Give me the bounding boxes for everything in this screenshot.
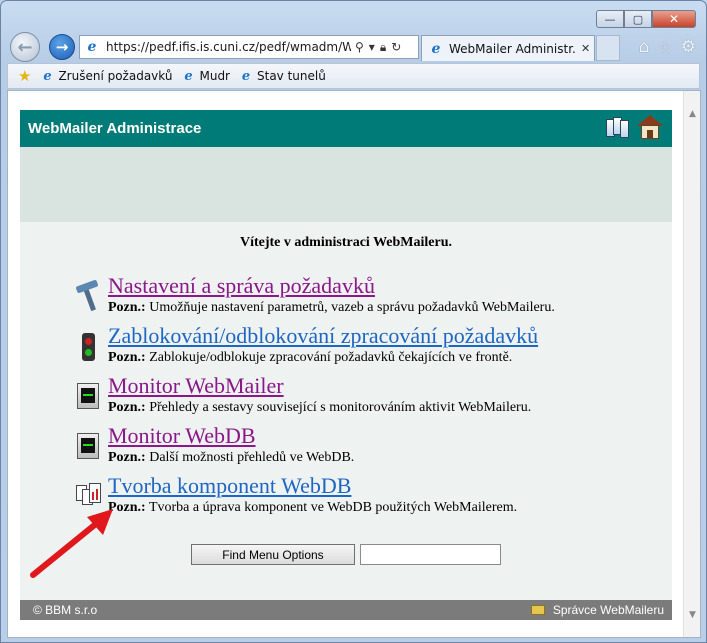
scroll-down-icon[interactable]: ▼ (684, 606, 701, 623)
mail-icon (530, 605, 545, 615)
find-menu-options-button[interactable]: Find Menu Options (191, 544, 355, 565)
close-tab-icon[interactable]: ✕ (581, 42, 590, 55)
books-icon[interactable] (604, 113, 632, 141)
home-icon[interactable]: ⌂ (639, 37, 650, 57)
footer-admin-label: Správce WebMaileru (552, 603, 664, 617)
tab-label: WebMailer Administr... (449, 41, 577, 56)
webmailer-admin-page: WebMailer Administrace Vítejte v adminis… (20, 110, 672, 620)
favorite-link-2[interactable]: e Stav tunelů (238, 68, 326, 84)
lock-icon[interactable]: 🔒︎ (380, 40, 386, 55)
favorite-label: Stav tunelů (257, 69, 326, 83)
tab-webmailer[interactable]: e WebMailer Administr... ✕ (421, 35, 595, 61)
home-page-icon[interactable] (636, 113, 664, 141)
menu-note: Pozn.: Přehledy a sestavy související s … (108, 399, 656, 416)
tab-ie-icon: e (431, 40, 441, 57)
footer-copyright: © BBM s.r.o (33, 603, 98, 617)
header-band (20, 147, 672, 222)
note-text: Přehledy a sestavy související s monitor… (149, 400, 532, 415)
app-title: WebMailer Administrace (28, 120, 202, 137)
find-menu-input[interactable] (360, 544, 501, 565)
footer: © BBM s.r.o Správce WebMaileru (20, 600, 672, 620)
note-label: Pozn.: (108, 300, 146, 315)
favorite-label: Mudr (199, 69, 230, 83)
menu-item-monitor-webmailer: Monitor WebMailer Pozn.: Přehledy a sest… (76, 373, 656, 423)
maximize-button[interactable]: ▢ (624, 10, 652, 28)
menu-item-settings: Nastavení a správa požadavků Pozn.: Umož… (75, 273, 656, 323)
hammer-icon[interactable] (75, 279, 102, 312)
menu-link-components[interactable]: Tvorba komponent WebDB (108, 473, 656, 499)
address-bar[interactable]: e https://pedf.ifis.is.cuni.cz/pedf/wmad… (79, 35, 419, 59)
find-menu-row: Find Menu Options (191, 544, 501, 565)
welcome-text: Vítejte v administraci WebMaileru. (239, 235, 453, 250)
menu-note: Pozn.: Další možnosti přehledů ve WebDB. (108, 449, 656, 466)
favorite-label: Zrušení požadavků (58, 69, 173, 83)
favorites-star-icon[interactable]: ☆ (658, 37, 673, 57)
close-window-button[interactable]: ✕ (652, 10, 696, 28)
monitor-icon[interactable] (76, 381, 102, 411)
note-label: Pozn.: (108, 450, 146, 465)
header-icons (604, 113, 664, 141)
browser-window: — ▢ ✕ ← → e https://pedf.ifis.is.cuni.cz… (0, 0, 707, 643)
dropdown-arrow-icon[interactable]: ▾ (369, 40, 375, 55)
note-label: Pozn.: (108, 500, 146, 515)
traffic-light-icon[interactable] (76, 331, 102, 361)
menu-link-monitor-webdb[interactable]: Monitor WebDB (108, 423, 656, 449)
favorite-ie-icon: e (43, 68, 52, 84)
menu-item-block: Zablokování/odblokování zpracování požad… (76, 323, 656, 373)
address-url[interactable]: https://pedf.ifis.is.cuni.cz/pedf/wmadm/… (106, 40, 351, 54)
favorite-link-1[interactable]: e Mudr (180, 68, 230, 84)
window-caption-buttons: — ▢ ✕ (596, 10, 696, 28)
forward-button[interactable]: → (49, 34, 75, 60)
monitor-icon[interactable] (76, 431, 102, 461)
new-tab-button[interactable] (596, 35, 620, 61)
menu-note: Pozn.: Zablokuje/odblokuje zpracování po… (108, 349, 656, 366)
minimize-button[interactable]: — (596, 10, 624, 28)
admin-menu: Nastavení a správa požadavků Pozn.: Umož… (75, 273, 656, 523)
footer-admin-link[interactable]: Správce WebMaileru (530, 603, 664, 617)
documents-chart-icon[interactable] (76, 481, 102, 511)
note-text: Další možnosti přehledů ve WebDB. (149, 450, 355, 465)
note-text: Umožňuje nastavení parametrů, vazeb a sp… (149, 300, 555, 315)
back-button[interactable]: ← (10, 32, 40, 62)
favorites-bar: ★ e Zrušení požadavků e Mudr e Stav tune… (7, 63, 700, 89)
app-header: WebMailer Administrace (20, 110, 672, 147)
note-label: Pozn.: (108, 400, 146, 415)
page-viewport: WebMailer Administrace Vítejte v adminis… (7, 90, 701, 638)
favorites-add-icon[interactable]: ★ (18, 67, 31, 85)
navigation-bar: ← → e https://pedf.ifis.is.cuni.cz/pedf/… (7, 31, 700, 63)
vertical-scrollbar[interactable]: ▲ ▼ (683, 91, 700, 637)
favorite-link-0[interactable]: e Zrušení požadavků (39, 68, 172, 84)
menu-link-monitor-webmailer[interactable]: Monitor WebMailer (108, 373, 656, 399)
menu-note: Pozn.: Tvorba a úprava komponent ve WebD… (108, 499, 656, 516)
note-label: Pozn.: (108, 350, 146, 365)
gear-icon[interactable]: ⚙ (681, 37, 696, 57)
refresh-icon[interactable]: ↻ (391, 40, 401, 55)
menu-link-settings[interactable]: Nastavení a správa požadavků (108, 273, 656, 299)
menu-item-monitor-webdb: Monitor WebDB Pozn.: Další možnosti přeh… (76, 423, 656, 473)
favorite-ie-icon: e (241, 68, 251, 84)
browser-toolbar-icons: ⌂ ☆ ⚙ (639, 37, 696, 57)
menu-note: Pozn.: Umožňuje nastavení parametrů, vaz… (108, 299, 656, 316)
note-text: Zablokuje/odblokuje zpracování požadavků… (149, 350, 513, 365)
ie-page-icon: e (87, 39, 97, 55)
note-text: Tvorba a úprava komponent ve WebDB použi… (148, 500, 518, 515)
favorite-ie-icon: e (184, 68, 193, 84)
menu-item-components: Tvorba komponent WebDB Pozn.: Tvorba a ú… (76, 473, 656, 523)
search-icon[interactable]: ⚲ (355, 40, 364, 55)
scroll-up-icon[interactable]: ▲ (684, 105, 701, 122)
menu-link-block[interactable]: Zablokování/odblokování zpracování požad… (108, 323, 656, 349)
address-tools: ⚲ ▾ 🔒︎ ↻ (355, 40, 401, 55)
